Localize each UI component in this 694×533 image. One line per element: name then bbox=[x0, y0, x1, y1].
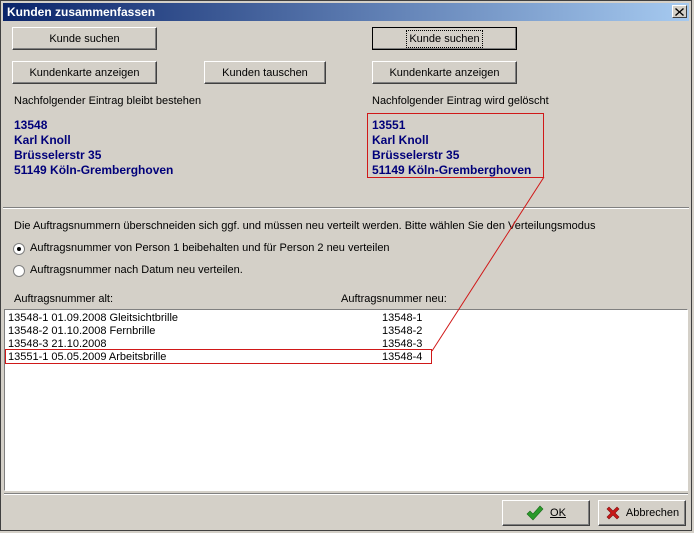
x-icon bbox=[606, 506, 620, 520]
checkmark-icon bbox=[526, 505, 544, 521]
cancel-label: Abbrechen bbox=[625, 507, 680, 519]
ok-label: OK bbox=[550, 507, 566, 519]
connector-line bbox=[431, 176, 545, 352]
footer-divider bbox=[4, 493, 688, 495]
cancel-button[interactable]: Abbrechen bbox=[598, 500, 686, 526]
merge-customers-window: Kunden zusammenfassen Kunde suchen Kunde… bbox=[0, 0, 692, 531]
ok-button[interactable]: OK bbox=[502, 500, 590, 526]
